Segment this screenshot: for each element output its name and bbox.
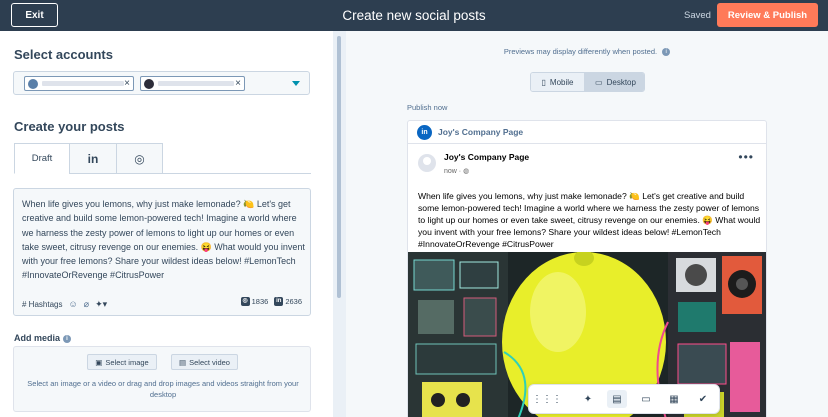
publish-schedule-label: Publish now	[407, 103, 448, 112]
remove-account-icon[interactable]: ×	[235, 77, 241, 90]
post-time-label: now ·	[444, 168, 462, 175]
desktop-icon: ▭	[595, 77, 603, 87]
preview-note: Previews may display differently when po…	[346, 47, 828, 56]
top-bar: Exit Create new social posts Saved Revie…	[0, 0, 828, 31]
preview-note-text: Previews may display differently when po…	[503, 47, 658, 56]
character-counts: ◎ 1836 in 2636	[235, 297, 302, 306]
linkedin-icon: in	[87, 151, 99, 166]
tab-draft[interactable]: Draft	[14, 143, 70, 174]
create-posts-heading: Create your posts	[14, 119, 125, 134]
account-chip[interactable]: ×	[140, 76, 245, 91]
instagram-account-avatar	[144, 78, 154, 89]
comment-preview-icon[interactable]: ▤	[607, 390, 627, 408]
select-accounts-heading: Select accounts	[14, 47, 113, 62]
instagram-char-count: 1836	[251, 297, 269, 306]
preview-device-toggle[interactable]: ▯ Mobile ▭ Desktop	[530, 72, 645, 92]
instagram-icon: ◎	[134, 151, 145, 166]
media-hint: Select an image or a video or drag and d…	[27, 379, 299, 399]
instagram-count-icon: ◎	[240, 297, 250, 306]
preview-panel: Previews may display differently when po…	[346, 31, 828, 417]
exit-button[interactable]: Exit	[11, 3, 58, 27]
post-author: Joy's Company Page	[444, 152, 530, 162]
ai-assist-icon[interactable]: ✦▾	[95, 299, 107, 310]
linkedin-account-avatar	[28, 78, 38, 89]
emoji-icon[interactable]: ☺	[68, 299, 77, 309]
mobile-label: Mobile	[549, 77, 574, 87]
mobile-icon: ▯	[541, 77, 546, 87]
info-icon[interactable]: i	[662, 48, 671, 56]
chevron-down-icon[interactable]	[292, 81, 300, 86]
ai-sparkle-icon[interactable]: ✦	[578, 390, 598, 408]
media-dropzone[interactable]: ▣ Select image ▤ Select video Select an im…	[13, 346, 311, 412]
layout-icon[interactable]: ▭	[636, 390, 656, 408]
remove-account-icon[interactable]: ×	[124, 77, 130, 90]
editor-footer: # Hashtags ☺ ⌀ ✦▾ ◎ 1836 in 2636	[22, 297, 305, 311]
select-image-label: Select image	[105, 357, 149, 367]
select-video-button[interactable]: ▤ Select video	[171, 354, 238, 370]
post-editor[interactable]: When life gives you lemons, why just mak…	[13, 188, 311, 316]
tab-instagram[interactable]: ◎	[116, 143, 163, 174]
preview-page-name: Joy's Company Page	[438, 127, 524, 137]
preview-card-header: in Joy's Company Page	[408, 121, 766, 144]
account-chip[interactable]: ×	[24, 76, 134, 91]
mobile-toggle[interactable]: ▯ Mobile	[531, 73, 585, 91]
avatar	[418, 154, 436, 172]
linkedin-char-count: 2636	[285, 297, 302, 306]
linkedin-preview-card: in Joy's Company Page Joy's Company Page…	[407, 120, 767, 417]
desktop-label: Desktop	[606, 77, 636, 87]
video-icon: ▤	[179, 357, 187, 367]
drag-handle-icon[interactable]: ⋮⋮⋮	[532, 390, 562, 408]
attachment-icon[interactable]: ⌀	[84, 299, 89, 310]
desktop-toggle[interactable]: ▭ Desktop	[585, 73, 644, 91]
account-selector[interactable]: × ×	[13, 71, 310, 95]
add-media-label: Add media	[14, 333, 61, 343]
review-publish-button[interactable]: Review & Publish	[717, 3, 818, 27]
tab-divider	[162, 173, 311, 174]
more-options-icon[interactable]: •••	[738, 150, 754, 164]
post-preview-text: When life gives you lemons, why just mak…	[418, 191, 761, 250]
linkedin-icon: in	[417, 125, 432, 140]
approve-check-icon[interactable]: ✔	[693, 390, 713, 408]
left-scrollbar[interactable]	[333, 31, 346, 417]
image-icon: ▣	[95, 357, 103, 367]
linkedin-post: Joy's Company Page now · ◍ ••• When life…	[408, 144, 766, 417]
tab-draft-label: Draft	[31, 153, 53, 164]
preview-toolbar: ⋮⋮⋮ ✦ ▤ ▭ ▦ ✔	[528, 384, 720, 414]
account-name-redacted	[42, 81, 124, 86]
select-image-button[interactable]: ▣ Select image	[87, 354, 157, 370]
globe-icon: ◍	[463, 168, 470, 175]
hashtags-button[interactable]: # Hashtags	[22, 300, 62, 309]
post-body-text[interactable]: When life gives you lemons, why just mak…	[22, 197, 305, 283]
linkedin-count-icon: in	[274, 297, 284, 306]
select-video-label: Select video	[189, 357, 230, 367]
calendar-icon[interactable]: ▦	[664, 390, 684, 408]
info-icon[interactable]: i	[63, 335, 72, 343]
scrollbar-thumb[interactable]	[337, 36, 341, 298]
tab-linkedin[interactable]: in	[69, 143, 117, 174]
post-timestamp: now · ◍	[444, 167, 469, 175]
saved-status: Saved	[684, 10, 711, 21]
compose-panel: Select accounts × × Create your posts Dr…	[0, 31, 333, 417]
account-name-redacted	[158, 81, 234, 86]
add-media-heading: Add media i	[14, 333, 72, 343]
